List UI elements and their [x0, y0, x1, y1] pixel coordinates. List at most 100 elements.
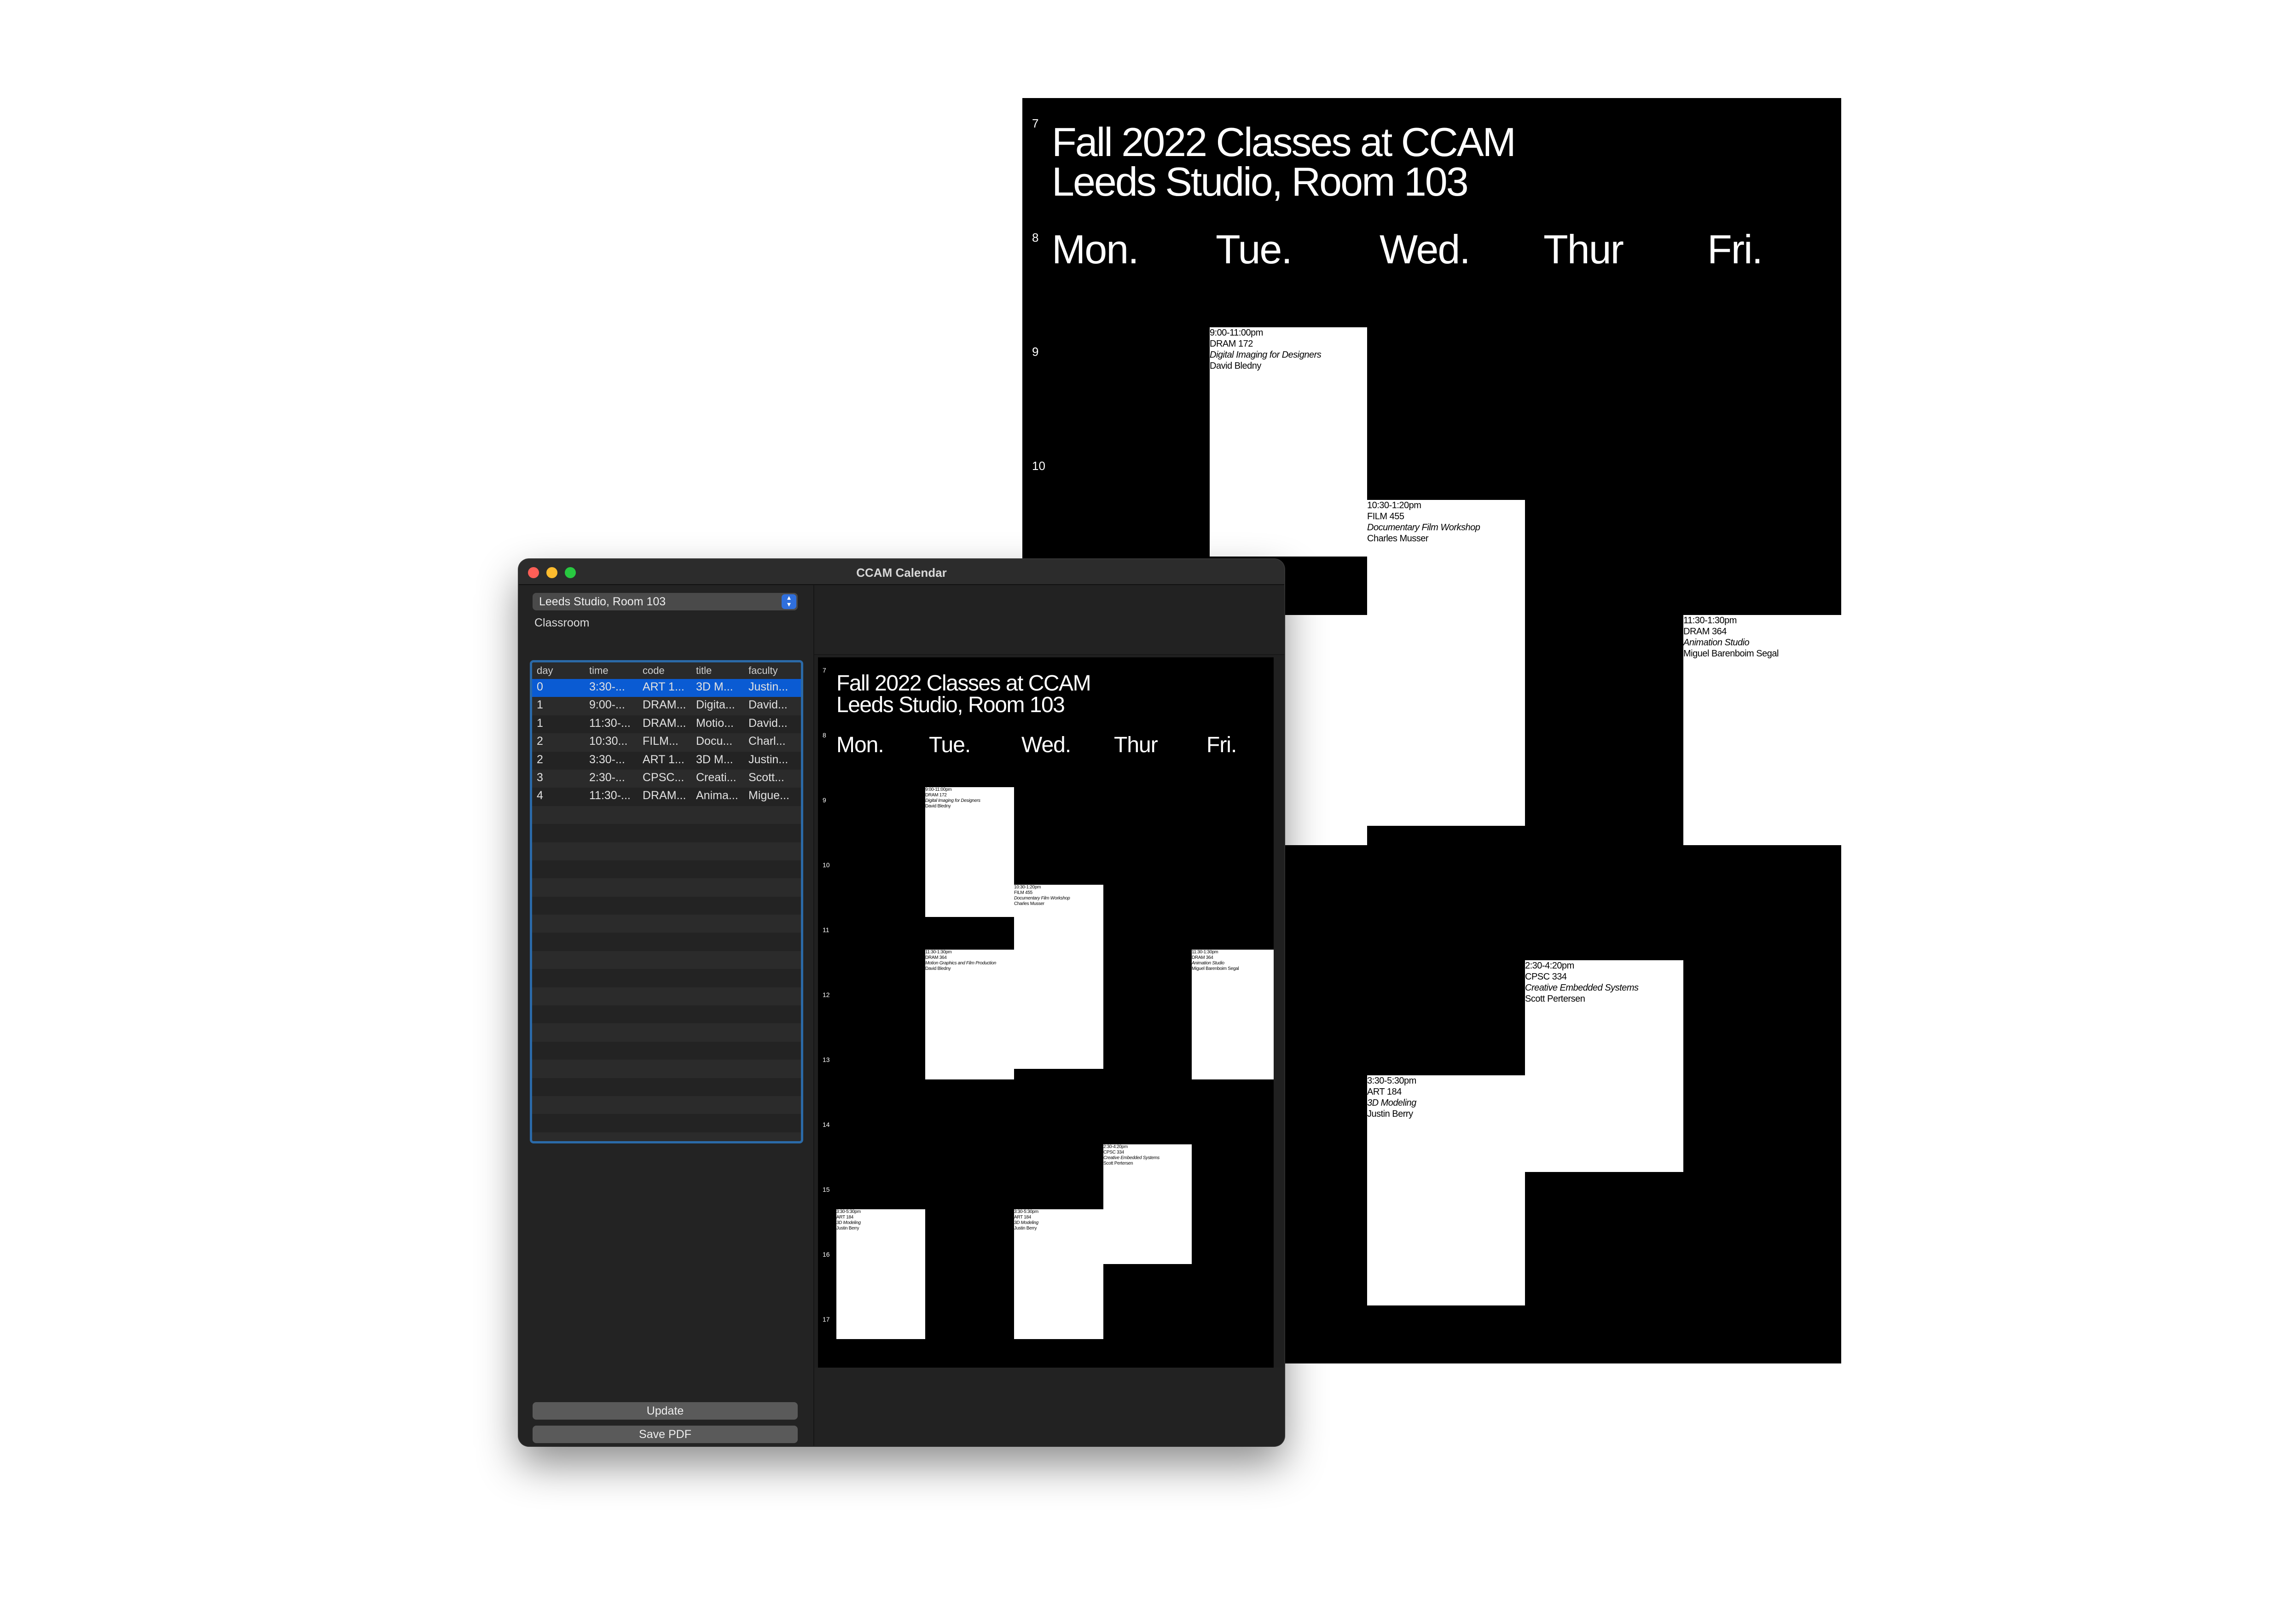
- cell-code: ART 1...: [643, 753, 684, 766]
- empty-row: [532, 1042, 801, 1060]
- table-row[interactable]: 3 2:30-... CPSC... Creati... Scott...: [532, 769, 801, 788]
- cell-title: 3D M...: [696, 753, 733, 766]
- class-block: 11:30-1:30pm DRAM 364 Animation Studio Mig…: [1192, 950, 1274, 1079]
- cell-title: 3D M...: [696, 680, 733, 693]
- cell-day: 2: [537, 735, 543, 748]
- cell-day: 3: [537, 771, 543, 784]
- empty-row: [532, 951, 801, 969]
- hour-label: 9: [1032, 345, 1039, 359]
- empty-row: [532, 987, 801, 1006]
- table-row[interactable]: 1 11:30-... DRAM... Motio... David...: [532, 715, 801, 733]
- day-header: Fri.: [1707, 226, 1763, 272]
- hour-label: 15: [823, 1186, 830, 1193]
- column-header-faculty[interactable]: faculty: [748, 665, 796, 677]
- hour-label: 13: [823, 1056, 830, 1063]
- cell-time: 3:30-...: [589, 680, 625, 693]
- save-pdf-button[interactable]: Save PDF: [533, 1426, 798, 1443]
- hour-label: 9: [823, 796, 826, 804]
- empty-row: [532, 897, 801, 915]
- cell-time: 10:30...: [589, 735, 628, 748]
- cell-code: FILM...: [643, 735, 678, 748]
- cell-faculty: Justin...: [748, 680, 789, 693]
- table-row[interactable]: 4 11:30-... DRAM... Anima... Migue...: [532, 788, 801, 806]
- cell-day: 2: [537, 753, 543, 766]
- table-header: day time code title faculty: [532, 662, 801, 680]
- class-block: 2:30-4:20pm CPSC 334 Creative Embedded Sy…: [1525, 960, 1683, 1172]
- empty-row: [532, 915, 801, 933]
- class-block: 11:30-1:30pm DRAM 364 Animation Studio Mig…: [1683, 615, 1841, 845]
- update-button[interactable]: Update: [533, 1402, 798, 1420]
- table-row[interactable]: 2 3:30-... ART 1... 3D M... Justin...: [532, 752, 801, 770]
- cell-day: 1: [537, 716, 543, 730]
- empty-row: [532, 1114, 801, 1132]
- cell-day: 1: [537, 698, 543, 712]
- cell-time: 9:00-...: [589, 698, 625, 712]
- preview-subtitle: Leeds Studio, Room 103: [836, 693, 1065, 717]
- class-block: 3:30-5:30pm ART 184 3D Modeling Justin Ber…: [1367, 1075, 1525, 1305]
- preview-toolbar-area: [814, 585, 1284, 655]
- poster-subtitle: Leeds Studio, Room 103: [1052, 159, 1469, 204]
- hour-label: 10: [823, 861, 830, 869]
- cell-faculty: Justin...: [748, 753, 789, 766]
- table-row[interactable]: 1 9:00-... DRAM... Digita... David...: [532, 697, 801, 715]
- class-block: 3:30-5:30pm ART 184 3D Modeling Justin Ber…: [1014, 1209, 1103, 1339]
- empty-row: [532, 1078, 801, 1096]
- cell-faculty: David...: [748, 698, 788, 712]
- hour-label: 7: [823, 667, 826, 674]
- cell-faculty: Scott...: [748, 771, 784, 784]
- empty-row: [532, 933, 801, 951]
- class-block: 10:30-1:20pm FILM 455 Documentary Film Wo…: [1014, 885, 1103, 1069]
- class-block: 2:30-4:20pm CPSC 334 Creative Embedded Sy…: [1103, 1144, 1192, 1264]
- classroom-label: Classroom: [534, 616, 590, 629]
- class-block: 11:30-1:30pm DRAM 364 Motion Graphics and…: [925, 950, 1014, 1079]
- cell-title: Creati...: [696, 771, 736, 784]
- cell-title: Anima...: [696, 789, 738, 802]
- schedule-table[interactable]: day time code title faculty 0 3:30-... A…: [530, 660, 803, 1143]
- day-header: Mon.: [836, 733, 884, 757]
- empty-row: [532, 1132, 801, 1141]
- empty-row: [532, 824, 801, 842]
- cell-code: CPSC...: [643, 771, 684, 784]
- pdf-preview[interactable]: 7 8 9 10 11 12 13 14 15 16 17 Fall 2022 …: [818, 657, 1274, 1368]
- empty-row: [532, 1096, 801, 1114]
- app-window: CCAM Calendar Leeds Studio, Room 103 ▴ ▾ …: [519, 559, 1284, 1446]
- title-bar[interactable]: CCAM Calendar: [519, 559, 1284, 585]
- window-title: CCAM Calendar: [856, 566, 947, 580]
- sidebar: Leeds Studio, Room 103 ▴ ▾ Classroom day …: [519, 585, 814, 1446]
- column-header-title[interactable]: title: [696, 665, 744, 677]
- day-header: Wed.: [1021, 733, 1071, 757]
- class-block: 9:00-11:00pm DRAM 172 Digital Imaging for…: [925, 787, 1014, 917]
- cell-time: 11:30-...: [589, 789, 631, 802]
- hour-label: 7: [1032, 116, 1039, 130]
- cell-title: Motio...: [696, 716, 734, 730]
- day-header: Wed.: [1380, 226, 1471, 272]
- cell-code: DRAM...: [643, 789, 686, 802]
- hour-label: 8: [823, 731, 826, 739]
- table-row[interactable]: 2 10:30... FILM... Docu... Charl...: [532, 733, 801, 752]
- empty-row: [532, 1060, 801, 1078]
- cell-day: 4: [537, 789, 543, 802]
- poster-title: Fall 2022 Classes at CCAM: [1052, 119, 1516, 165]
- column-header-time[interactable]: time: [589, 665, 637, 677]
- hour-label: 14: [823, 1121, 830, 1128]
- empty-row: [532, 969, 801, 987]
- day-header: Thur: [1114, 733, 1158, 757]
- hour-label: 17: [823, 1316, 830, 1323]
- empty-row: [532, 878, 801, 897]
- preview-footer-area: [814, 1368, 1284, 1446]
- preview-pane: 7 8 9 10 11 12 13 14 15 16 17 Fall 2022 …: [814, 585, 1284, 1446]
- empty-row: [532, 860, 801, 878]
- cell-faculty: David...: [748, 716, 788, 730]
- classroom-select-value: Leeds Studio, Room 103: [539, 595, 666, 608]
- day-header: Tue.: [1216, 226, 1293, 272]
- column-header-day[interactable]: day: [537, 665, 583, 677]
- classroom-select[interactable]: Leeds Studio, Room 103 ▴ ▾: [533, 593, 798, 610]
- cell-time: 11:30-...: [589, 716, 631, 730]
- empty-row: [532, 1023, 801, 1042]
- day-header: Thur: [1543, 226, 1624, 272]
- column-header-code[interactable]: code: [643, 665, 690, 677]
- cell-time: 3:30-...: [589, 753, 625, 766]
- empty-row: [532, 806, 801, 824]
- cell-faculty: Charl...: [748, 735, 786, 748]
- table-row[interactable]: 0 3:30-... ART 1... 3D M... Justin...: [532, 679, 801, 697]
